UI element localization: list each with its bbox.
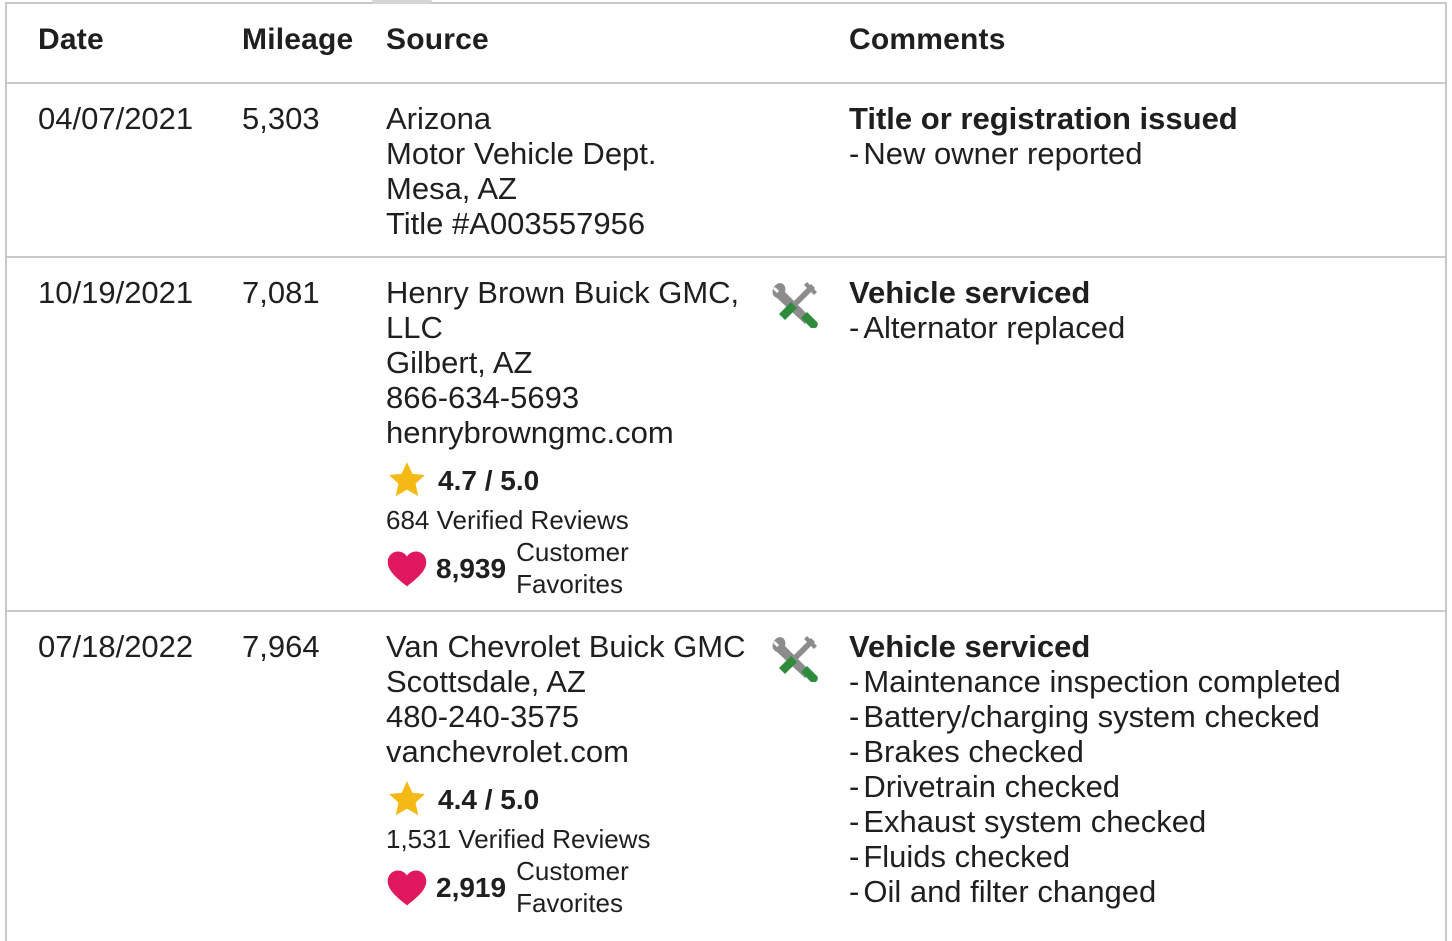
dealer-rating[interactable]: 4.7 / 5.0 [386,460,739,500]
record-date: 04/07/2021 [38,101,194,136]
star-icon [389,781,425,816]
star-icon [389,462,425,497]
header-comments: Comments [849,23,1006,56]
comment-title: Title or registration issued [849,101,1238,136]
comment-title: Vehicle serviced [849,629,1091,664]
dealer-website-link[interactable]: henrybrowngmc.com [386,415,739,450]
dealer-location: Scottsdale, AZ [386,664,586,699]
table-header: Date Mileage Source Comments [7,4,1445,84]
comment-item: - Fluids checked [849,839,1071,874]
comment-item: - Oil and filter changed [849,874,1157,909]
favorites-count: 2,919 [436,871,507,903]
record-mileage: 5,303 [242,101,320,136]
dealer-location: Gilbert, AZ [386,345,533,380]
favorites-label: Customer Favorites [516,537,629,599]
dealer-name-line: Henry Brown Buick GMC, [386,275,740,310]
rating-score: 4.4 / 5.0 [438,783,540,815]
record-source: Henry Brown Buick GMC, LLC Gilbert, AZ 8… [386,275,739,600]
table-row: 04/07/2021 5,303 Arizona Motor Vehicle D… [7,84,1445,258]
heart-icon [387,870,427,906]
favorites-count: 8,939 [436,552,507,584]
comment-item: - New owner reported [849,136,1143,171]
rating-score: 4.7 / 5.0 [438,464,540,496]
header-mileage: Mileage [242,23,354,56]
comment-item: - Maintenance inspection completed [849,664,1341,699]
dealer-name-line: LLC [386,310,443,345]
record-comments: Title or registration issued - New owner … [849,101,1238,171]
favorites-label: Customer Favorites [516,856,629,918]
record-date: 10/19/2021 [38,275,194,310]
record-source: Van Chevrolet Buick GMC Scottsdale, AZ 4… [386,629,746,919]
dealer-phone-link[interactable]: 866-634-5693 [386,380,739,415]
wrench-screwdriver-icon [767,278,821,332]
dealer-rating[interactable]: 4.4 / 5.0 [386,779,746,819]
table-row: 10/19/2021 7,081 Henry Brown Buick GMC, … [7,258,1445,612]
wrench-screwdriver-icon [767,632,821,686]
header-source: Source [386,23,489,56]
record-comments: Vehicle serviced - Alternator replaced [849,275,1125,345]
source-line: Mesa, AZ [386,171,517,206]
record-mileage: 7,964 [242,629,320,664]
source-line: Arizona [386,101,492,136]
dealer-website-link[interactable]: vanchevrolet.com [386,734,746,769]
source-line: Motor Vehicle Dept. [386,136,657,171]
comment-item: - Alternator replaced [849,310,1126,345]
verified-reviews-link[interactable]: 684 Verified Reviews [386,504,739,536]
record-source: Arizona Motor Vehicle Dept. Mesa, AZ Tit… [386,101,657,241]
table-row: 07/18/2022 7,964 Van Chevrolet Buick GMC… [7,612,1445,941]
customer-favorites: 8,939 Customer Favorites [386,536,739,600]
record-date: 07/18/2022 [38,629,194,664]
comment-item: - Brakes checked [849,734,1084,769]
heart-icon [387,551,427,587]
record-mileage: 7,081 [242,275,320,310]
record-comments: Vehicle serviced - Maintenance inspection… [849,629,1341,909]
customer-favorites: 2,919 Customer Favorites [386,855,746,919]
comment-item: - Exhaust system checked [849,804,1207,839]
verified-reviews-link[interactable]: 1,531 Verified Reviews [386,823,746,855]
dealer-name-line: Van Chevrolet Buick GMC [386,629,746,664]
comment-item: - Drivetrain checked [849,769,1121,804]
comment-item: - Battery/charging system checked [849,699,1320,734]
dealer-phone-link[interactable]: 480-240-3575 [386,699,746,734]
comment-title: Vehicle serviced [849,275,1091,310]
header-date: Date [38,23,104,56]
source-line: Title #A003557956 [386,206,646,241]
